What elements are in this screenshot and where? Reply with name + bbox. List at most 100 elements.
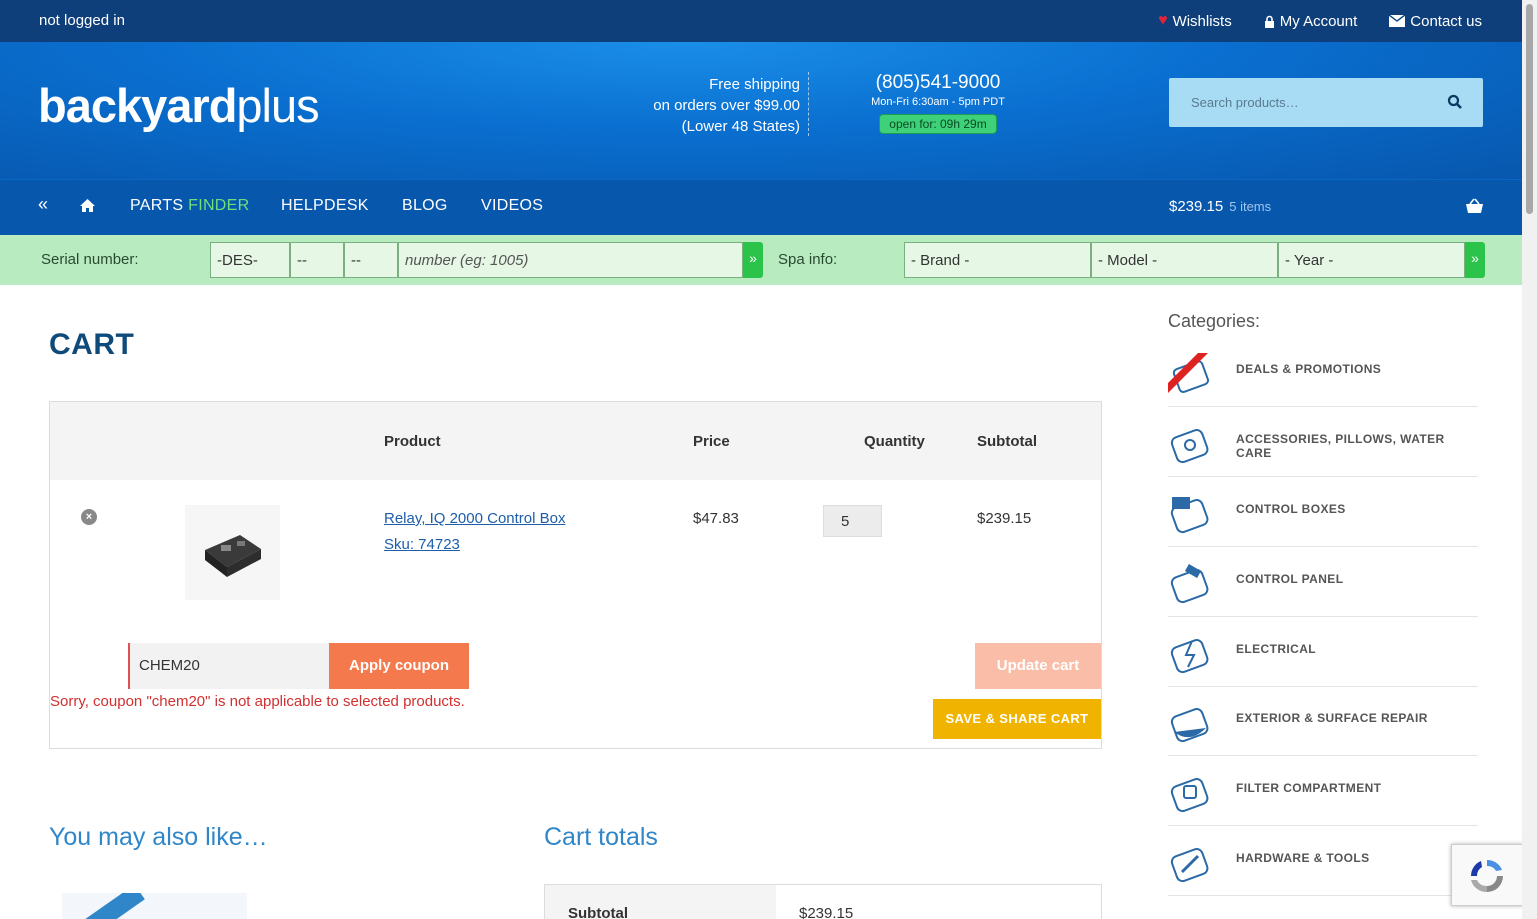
logo-text-b: plus bbox=[236, 79, 319, 132]
nav-finder-label: FINDER bbox=[188, 197, 250, 214]
related-product-image[interactable] bbox=[62, 893, 247, 919]
open-status-badge: open for: 09h 29m bbox=[879, 114, 997, 134]
relay-image bbox=[205, 535, 261, 577]
col-subtotal: Subtotal bbox=[977, 433, 1037, 450]
category-label: ACCESSORIES, PILLOWS, WATER CARE bbox=[1236, 432, 1445, 460]
categories-heading: Categories: bbox=[1168, 311, 1261, 331]
electrical-icon bbox=[1170, 639, 1209, 674]
totals-subtotal-label: Subtotal bbox=[545, 885, 776, 919]
item-price: $47.83 bbox=[693, 510, 739, 527]
phone-number[interactable]: (805)541-9000 bbox=[866, 72, 1010, 94]
control-panel-icon bbox=[1170, 564, 1209, 604]
category-label: HARDWARE & TOOLS bbox=[1236, 851, 1370, 865]
control-box-icon bbox=[1170, 497, 1209, 534]
category-exterior[interactable]: EXTERIOR & SURFACE REPAIR bbox=[1168, 686, 1478, 756]
related-ribbon bbox=[77, 893, 145, 919]
coupon-input[interactable]: CHEM20 bbox=[128, 643, 329, 689]
product-thumbnail[interactable] bbox=[185, 505, 280, 600]
recaptcha-icon bbox=[1470, 859, 1503, 893]
ship-line-2: on orders over $99.00 bbox=[653, 97, 800, 114]
brand-select[interactable]: - Brand - bbox=[904, 242, 1091, 278]
category-hardware[interactable]: HARDWARE & TOOLS bbox=[1168, 826, 1478, 896]
free-shipping-info: Free shipping on orders over $99.00 (Low… bbox=[640, 74, 800, 137]
main-nav: « PARTS FINDER HELPDESK BLOG VIDEOS $239… bbox=[0, 179, 1522, 235]
wishlists-link[interactable]: ♥ Wishlists bbox=[1158, 12, 1232, 30]
search-input[interactable]: Search products… bbox=[1191, 95, 1299, 110]
quantity-input[interactable]: 5 bbox=[823, 505, 882, 537]
recaptcha-badge[interactable] bbox=[1451, 844, 1523, 906]
year-select[interactable]: - Year - bbox=[1278, 242, 1465, 278]
category-label: CONTROL BOXES bbox=[1236, 502, 1346, 516]
serial-number-input[interactable]: number (eg: 1005) bbox=[398, 242, 743, 278]
category-label: EXTERIOR & SURFACE REPAIR bbox=[1236, 711, 1428, 725]
accessories-icon bbox=[1170, 429, 1209, 464]
phone-info: (805)541-9000 Mon-Fri 6:30am - 5pm PDT o… bbox=[866, 72, 1010, 134]
serial-go-button[interactable]: » bbox=[743, 242, 763, 278]
category-control-panel[interactable]: CONTROL PANEL bbox=[1168, 547, 1478, 617]
logo-text-a: backyard bbox=[38, 79, 237, 132]
cart-table-header: Product Price Quantity Subtotal bbox=[50, 402, 1101, 480]
serial-label: Serial number: bbox=[41, 251, 139, 268]
my-account-label: My Account bbox=[1279, 12, 1358, 30]
top-links: ♥ Wishlists My Account Contact us bbox=[1158, 12, 1482, 30]
remove-item-icon[interactable]: × bbox=[81, 509, 97, 525]
top-bar: not logged in ♥ Wishlists My Account Con… bbox=[0, 0, 1522, 42]
category-label: CONTROL PANEL bbox=[1236, 572, 1344, 586]
my-account-link[interactable]: My Account bbox=[1264, 12, 1358, 30]
update-cart-button[interactable]: Update cart bbox=[975, 643, 1101, 689]
collapse-nav-icon[interactable]: « bbox=[38, 194, 48, 215]
search-icon[interactable] bbox=[1447, 94, 1463, 110]
category-control-boxes[interactable]: CONTROL BOXES bbox=[1168, 477, 1478, 547]
coupon-error-message: Sorry, coupon "chem20" is not applicable… bbox=[50, 693, 465, 710]
spa-info-label: Spa info: bbox=[778, 251, 838, 268]
cart-table: Product Price Quantity Subtotal × Relay,… bbox=[49, 401, 1102, 749]
ship-line-3: (Lower 48 States) bbox=[681, 118, 800, 135]
category-accessories[interactable]: ACCESSORIES, PILLOWS, WATER CARE bbox=[1168, 407, 1478, 477]
category-label: DEALS & PROMOTIONS bbox=[1236, 362, 1382, 376]
serial-part3-select[interactable]: -- bbox=[344, 242, 398, 278]
related-products-title: You may also like… bbox=[49, 823, 268, 851]
header-cart[interactable]: $239.15 5 items bbox=[1169, 198, 1271, 215]
category-label: FILTER COMPARTMENT bbox=[1236, 781, 1382, 795]
scrollbar-thumb[interactable] bbox=[1526, 4, 1533, 214]
serial-prefix-select[interactable]: -DES- bbox=[210, 242, 290, 278]
serial-finder-bar: Serial number: -DES- -- -- number (eg: 1… bbox=[0, 235, 1522, 285]
spa-go-button[interactable]: » bbox=[1465, 242, 1485, 278]
site-header: backyardplus Free shipping on orders ove… bbox=[0, 42, 1522, 179]
product-sku-link[interactable]: Sku: 74723 bbox=[384, 536, 460, 553]
nav-parts-finder[interactable]: PARTS FINDER bbox=[130, 197, 249, 215]
cart-count: 5 items bbox=[1229, 199, 1272, 214]
nav-videos[interactable]: VIDEOS bbox=[481, 197, 543, 215]
scrollbar[interactable] bbox=[1522, 0, 1537, 919]
cart-totals-title: Cart totals bbox=[544, 823, 658, 851]
nav-helpdesk[interactable]: HELPDESK bbox=[281, 197, 369, 215]
col-product: Product bbox=[384, 433, 441, 450]
col-price: Price bbox=[693, 433, 730, 450]
exterior-icon bbox=[1170, 708, 1209, 743]
model-select[interactable]: - Model - bbox=[1091, 242, 1278, 278]
hardware-icon bbox=[1170, 848, 1209, 883]
serial-part2-select[interactable]: -- bbox=[290, 242, 344, 278]
page-title: CART bbox=[49, 328, 135, 361]
col-quantity: Quantity bbox=[864, 433, 925, 450]
contact-link[interactable]: Contact us bbox=[1389, 12, 1482, 30]
logo[interactable]: backyardplus bbox=[38, 78, 320, 133]
save-share-cart-button[interactable]: SAVE & SHARE CART bbox=[933, 699, 1101, 739]
ship-line-1: Free shipping bbox=[709, 76, 800, 93]
category-filter[interactable]: FILTER COMPARTMENT bbox=[1168, 756, 1478, 826]
apply-coupon-button[interactable]: Apply coupon bbox=[329, 643, 469, 689]
category-deals[interactable]: DEALS & PROMOTIONS bbox=[1168, 337, 1478, 407]
home-icon[interactable] bbox=[79, 198, 96, 213]
category-label: ELECTRICAL bbox=[1236, 642, 1316, 656]
basket-icon[interactable] bbox=[1465, 198, 1484, 214]
lock-icon bbox=[1264, 15, 1274, 28]
login-status: not logged in bbox=[39, 12, 125, 29]
envelope-icon bbox=[1389, 15, 1406, 27]
product-name-link[interactable]: Relay, IQ 2000 Control Box bbox=[384, 510, 565, 527]
category-electrical[interactable]: ELECTRICAL bbox=[1168, 617, 1478, 687]
cart-totals-table: Subtotal $239.15 bbox=[544, 884, 1102, 919]
search-box[interactable]: Search products… bbox=[1169, 78, 1483, 127]
deals-icon bbox=[1168, 353, 1210, 393]
cart-amount: $239.15 bbox=[1169, 198, 1224, 215]
nav-blog[interactable]: BLOG bbox=[402, 197, 448, 215]
